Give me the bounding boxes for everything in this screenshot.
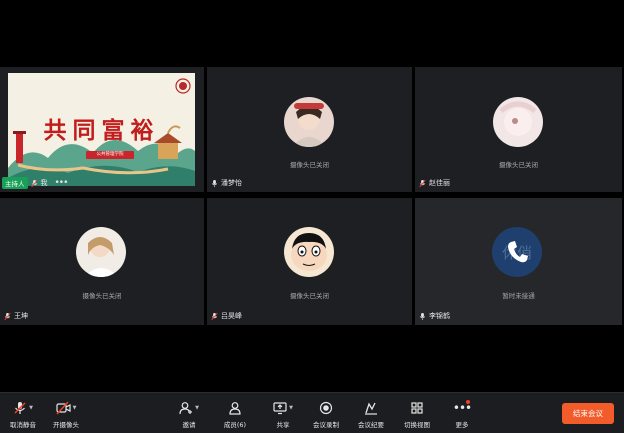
participant-tile[interactable]: 摄像头已关闭 王坤 xyxy=(0,198,204,325)
meeting-minutes-button[interactable]: 会议纪要 xyxy=(348,399,394,429)
button-label: 开摄像头 xyxy=(53,421,79,429)
record-button[interactable]: 会议录制 xyxy=(303,399,349,429)
not-connected-text: 暂时未接通 xyxy=(502,292,535,300)
minutes-icon xyxy=(365,401,377,415)
slide-title: 共同富裕 xyxy=(43,117,160,144)
video-grid: 共同富裕 公共管理学院 主持人 我 ••• 摄像头已关闭 潘梦怡 摄像头已关闭 … xyxy=(0,67,624,328)
participant-name: 赵佳丽 xyxy=(429,179,450,187)
unmute-button[interactable]: ▼ 取消静音 xyxy=(0,399,46,429)
participant-tile[interactable]: 摄像头已关闭 潘梦怡 xyxy=(207,67,412,192)
button-label: 更多 xyxy=(455,421,469,429)
avatar xyxy=(76,227,126,277)
chevron-down-icon[interactable]: ▼ xyxy=(195,405,199,411)
end-meeting-button[interactable]: 结束会议 xyxy=(562,403,614,424)
button-label: 会议录制 xyxy=(313,421,339,429)
chevron-down-icon[interactable]: ▼ xyxy=(289,405,293,411)
participant-tile[interactable]: 摄像头已关闭 赵佳丽 xyxy=(415,67,622,192)
self-name-row: 主持人 我 ••• xyxy=(2,177,69,189)
button-label: 取消静音 xyxy=(10,421,36,429)
mic-icon xyxy=(211,179,218,187)
camera-off-text: 摄像头已关闭 xyxy=(499,161,538,169)
mic-muted-icon xyxy=(211,312,218,320)
avatar xyxy=(493,97,543,147)
name-row: 李锦鹤 xyxy=(419,311,450,321)
mic-muted-icon xyxy=(4,312,11,320)
host-badge: 主持人 xyxy=(2,177,28,189)
mic-muted-icon xyxy=(419,179,426,187)
camera-off-text: 摄像头已关闭 xyxy=(82,292,122,300)
meeting-toolbar: ▼ 取消静音 ▼ 开摄像头 ▼ 邀请 成员(6) ▼ 共享 会议录制 会议纪要 … xyxy=(0,392,624,433)
participant-tile-self[interactable]: 共同富裕 公共管理学院 主持人 我 ••• xyxy=(0,67,204,192)
name-row: 吕昊峰 xyxy=(211,311,242,321)
shared-slide: 共同富裕 公共管理学院 xyxy=(8,73,195,186)
avatar-calling: 休俏 xyxy=(492,227,542,277)
participant-name: 李锦鹤 xyxy=(429,312,450,320)
phone-icon xyxy=(508,241,528,263)
button-label: 成员(6) xyxy=(223,421,247,429)
participant-name: 我 xyxy=(40,179,48,187)
switch-view-button[interactable]: 切换视图 xyxy=(394,399,440,429)
camera-off-icon xyxy=(55,400,71,415)
participant-tile[interactable]: 摄像头已关闭 吕昊峰 xyxy=(207,198,412,325)
participant-name: 吕昊峰 xyxy=(221,312,242,320)
members-icon xyxy=(229,401,241,415)
button-label: 邀请 xyxy=(182,421,196,429)
invite-button[interactable]: ▼ 邀请 xyxy=(166,399,212,429)
more-button[interactable]: ••• 更多 xyxy=(439,399,485,429)
slide-subtitle-tag: 公共管理学院 xyxy=(86,151,134,159)
camera-off-text: 摄像头已关闭 xyxy=(290,161,329,169)
camera-off-text: 摄像头已关闭 xyxy=(290,292,329,300)
screen-share-icon xyxy=(273,401,287,414)
mic-muted-icon xyxy=(30,179,38,187)
mic-icon xyxy=(419,312,426,320)
mic-muted-icon xyxy=(14,401,26,414)
start-camera-button[interactable]: ▼ 开摄像头 xyxy=(43,399,89,429)
notification-dot xyxy=(466,400,470,404)
button-label: 共享 xyxy=(276,421,290,429)
name-row: 赵佳丽 xyxy=(419,178,450,188)
share-button[interactable]: ▼ 共享 xyxy=(260,399,306,429)
chevron-down-icon[interactable]: ▼ xyxy=(73,405,77,411)
grid-view-icon xyxy=(411,401,423,414)
participant-name: 潘梦怡 xyxy=(221,179,242,187)
name-row: 潘梦怡 xyxy=(211,178,242,188)
name-row: 王坤 xyxy=(4,311,28,321)
record-icon xyxy=(319,401,333,414)
avatar xyxy=(284,97,334,147)
participant-name: 王坤 xyxy=(14,312,28,320)
add-user-icon xyxy=(179,401,193,414)
members-button[interactable]: 成员(6) xyxy=(212,399,258,429)
avatar xyxy=(284,227,334,277)
button-label: 切换视图 xyxy=(404,421,430,429)
more-options-icon[interactable]: ••• xyxy=(55,178,69,188)
participant-tile[interactable]: 休俏 暂时未接通 李锦鹤 xyxy=(415,198,622,325)
chevron-down-icon[interactable]: ▼ xyxy=(29,405,33,411)
button-label: 会议纪要 xyxy=(358,421,384,429)
